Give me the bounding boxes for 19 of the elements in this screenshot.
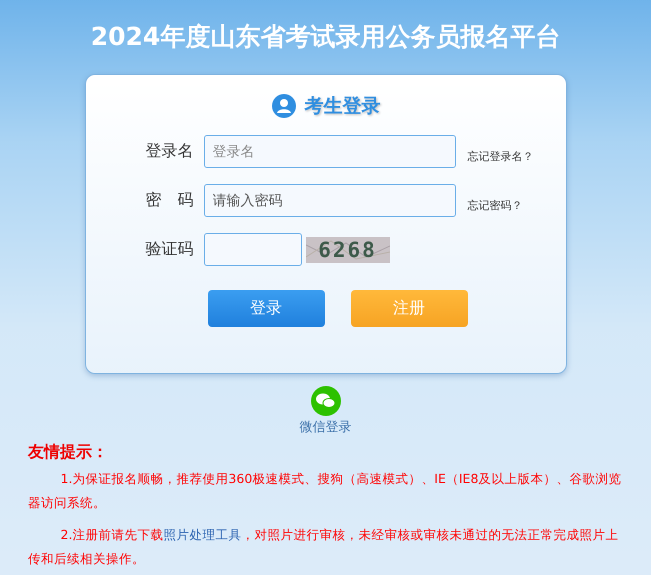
- login-button[interactable]: 登录: [208, 290, 324, 327]
- field-label: 登录名: [146, 141, 194, 162]
- forgot-link[interactable]: 忘记密码？: [468, 198, 522, 213]
- photo-tool-link[interactable]: 照片处理工具: [163, 527, 242, 542]
- field-label: 密 码: [146, 190, 194, 211]
- forgot-link[interactable]: 忘记登录名？: [468, 149, 534, 164]
- captcha-field[interactable]: [204, 233, 302, 266]
- user-icon: [270, 93, 296, 119]
- page-title: 2024年度山东省考试录用公务员报名平台: [90, 21, 562, 53]
- input-field[interactable]: 登录名: [204, 135, 456, 168]
- captcha-image: 6268: [306, 236, 390, 262]
- login-heading: 考生登录: [304, 94, 380, 119]
- notice-text: 2.注册前请先下载照片处理工具，对照片进行审核，未经审核或审核未通过的无法正常完成照片上传和后续相关操作。: [28, 526, 620, 568]
- input-field[interactable]: 请输入密码: [204, 184, 456, 217]
- notice-text: 1.为保证报名顺畅，推荐使用360极速模式、搜狗（高速模式）、IE（IE8及以上版本）、谷歌浏览器访问系统。: [28, 470, 622, 512]
- notice-title: 友情提示：: [28, 442, 109, 463]
- wechat-login-link[interactable]: 微信登录: [300, 418, 352, 436]
- wechat-icon[interactable]: [310, 386, 340, 416]
- field-label: 验证码: [146, 239, 194, 260]
